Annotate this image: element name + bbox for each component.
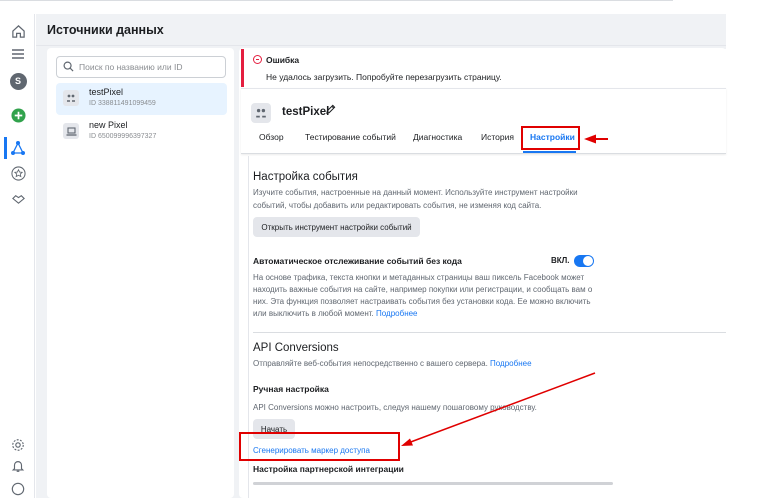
tab-active-indicator (523, 151, 576, 153)
source-id: ID 338811491099459 (89, 100, 156, 107)
error-message: Не удалось загрузить. Попробуйте перезаг… (266, 72, 502, 82)
open-event-setup-button[interactable]: Открыть инструмент настройки событий (253, 217, 420, 237)
auto-tracking-state: ВКЛ. (551, 256, 570, 265)
search-box[interactable] (56, 56, 226, 78)
page-header: Источники данных (36, 14, 726, 46)
error-title: Ошибка (266, 55, 300, 65)
manual-setup-title: Ручная настройка (253, 384, 329, 394)
auto-tracking-title: Автоматическое отслеживание событий без … (253, 256, 462, 266)
help-icon[interactable] (9, 480, 27, 498)
menu-icon[interactable] (9, 45, 27, 63)
annotation-box-token (239, 432, 400, 461)
source-item-testpixel[interactable]: testPixel ID 338811491099459 (56, 83, 227, 115)
tab-test-events[interactable]: Тестирование событий (305, 132, 396, 142)
source-name: new Pixel (89, 120, 128, 130)
source-item-newpixel[interactable]: new Pixel ID 650099996397327 (56, 116, 227, 148)
bell-icon[interactable] (9, 457, 27, 475)
auto-tracking-toggle[interactable] (574, 255, 594, 267)
event-setup-desc-line1: Изучите события, настроенные на данный м… (253, 188, 578, 197)
search-input[interactable] (79, 59, 221, 75)
auto-tracking-desc-line4: или выключить в любой момент. Подробнее (253, 307, 418, 320)
home-icon[interactable] (9, 22, 27, 40)
gear-icon[interactable] (9, 436, 27, 454)
avatar[interactable]: S (9, 72, 27, 90)
source-id: ID 650099996397327 (89, 133, 157, 140)
pixel-name: testPixel (282, 106, 330, 118)
tab-overview[interactable]: Обзор (259, 132, 284, 142)
error-icon (253, 55, 262, 64)
laptop-icon (63, 123, 79, 139)
event-setup-title: Настройка события (253, 171, 358, 183)
pixel-icon (63, 90, 79, 106)
star-icon[interactable] (9, 164, 27, 182)
pencil-icon[interactable] (325, 104, 336, 115)
api-conversions-desc: Отправляйте веб-события непосредственно … (253, 357, 532, 370)
pixel-header: testPixel (241, 88, 726, 154)
page-title: Источники данных (47, 23, 164, 37)
partner-integration-title: Настройка партнерской интеграции (253, 464, 404, 474)
tab-history[interactable]: История (481, 132, 514, 142)
section-divider (253, 332, 726, 333)
event-setup-desc-line2: событий, чтобы добавить или редактироват… (253, 201, 542, 210)
api-conversions-title: API Conversions (253, 342, 339, 354)
search-icon (63, 61, 74, 72)
manual-setup-desc: API Conversions можно настроить, следуя … (253, 403, 537, 412)
api-learn-more-link[interactable]: Подробнее (490, 359, 532, 368)
auto-tracking-desc-text: или выключить в любой момент. (253, 309, 374, 318)
auto-tracking-learn-more-link[interactable]: Подробнее (376, 309, 418, 318)
api-desc-text: Отправляйте веб-события непосредственно … (253, 359, 488, 368)
source-name: testPixel (89, 87, 124, 97)
cut-off-text (253, 482, 613, 485)
events-manager-icon[interactable] (4, 137, 27, 159)
error-banner: Ошибка Не удалось загрузить. Попробуйте … (241, 49, 726, 87)
top-divider (0, 0, 673, 1)
create-icon[interactable] (9, 106, 27, 124)
tab-diagnostics[interactable]: Диагностика (413, 132, 462, 142)
partner-icon[interactable] (9, 189, 27, 207)
annotation-box-settings (521, 126, 580, 150)
pixel-icon (251, 103, 271, 123)
left-nav-rail: S (0, 14, 35, 498)
